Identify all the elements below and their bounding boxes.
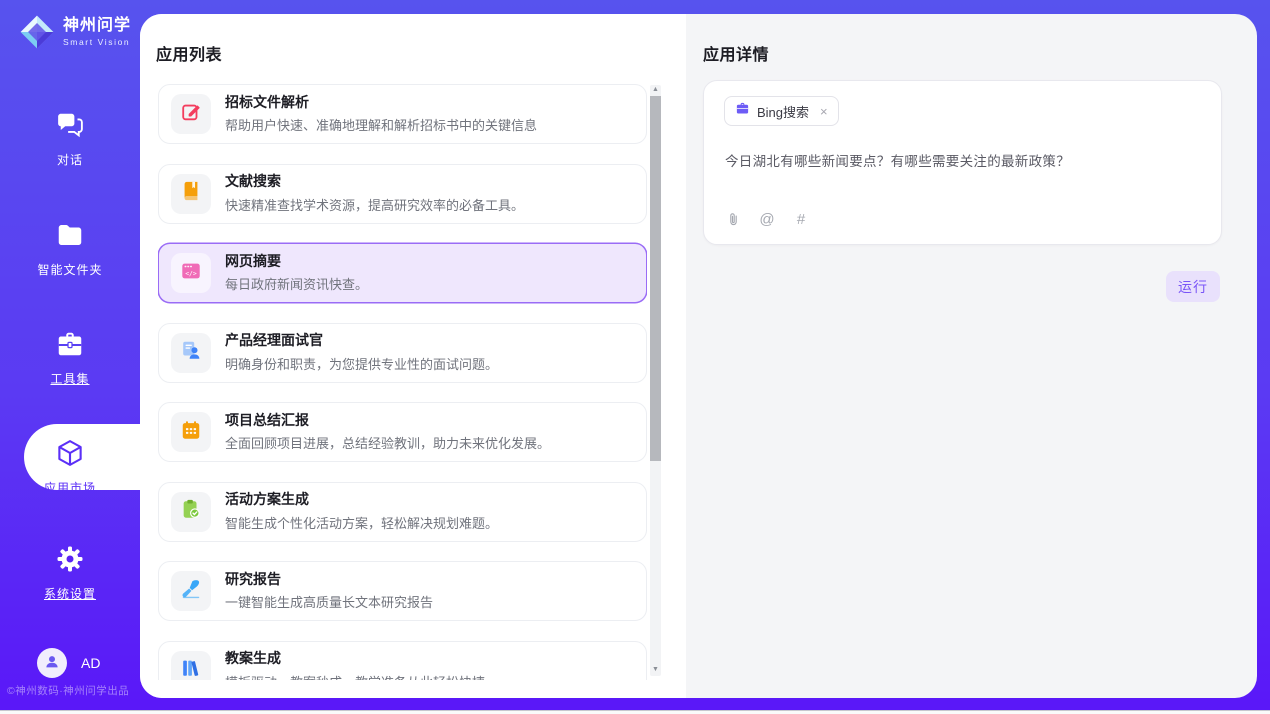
app-card-title: 研究报告 [225, 571, 433, 588]
prompt-card: Bing搜索 × 今日湖北有哪些新闻要点？有哪些需要关注的最新政策？ @# [703, 80, 1222, 245]
sidebar: 神州问学 Smart Vision 对话智能文件夹工具集应用市场系统设置 AD … [0, 0, 140, 714]
run-button[interactable]: 运行 [1166, 271, 1220, 302]
at-icon[interactable]: @ [758, 210, 776, 228]
app-icon-tile [171, 651, 211, 681]
app-card-title: 教案生成 [225, 650, 485, 667]
sidebar-item-toolset[interactable]: 工具集 [0, 329, 140, 387]
app-card-title: 产品经理面试官 [225, 332, 498, 349]
window-bottom-strip [0, 710, 1270, 714]
app-card-desc: 全面回顾项目进展，总结经验教训，助力未来优化发展。 [225, 433, 550, 452]
app-card[interactable]: 项目总结汇报全面回顾项目进展，总结经验教训，助力未来优化发展。 [158, 402, 647, 462]
toolbox-icon [55, 329, 85, 359]
briefcase-icon [735, 103, 750, 120]
tool-tag-bing-search[interactable]: Bing搜索 × [724, 96, 839, 126]
brand-subtitle: Smart Vision [63, 37, 131, 47]
web-code-icon: </> [180, 260, 202, 287]
app-icon-tile [171, 492, 211, 532]
copyright-text: ©神州数码·神州问学出品 [7, 683, 129, 698]
app-card[interactable]: 产品经理面试官明确身份和职责，为您提供专业性的面试问题。 [158, 323, 647, 383]
app-icon-tile [171, 333, 211, 373]
books-icon [180, 657, 202, 680]
app-card-desc: 每日政府新闻资讯快查。 [225, 274, 368, 293]
sidebar-item-label: 系统设置 [0, 585, 140, 602]
sidebar-item-label: 应用市场 [0, 479, 140, 496]
app-card[interactable]: </> 网页摘要每日政府新闻资讯快查。 [158, 243, 647, 303]
clipboard-check-icon [180, 498, 202, 525]
sidebar-item-chat[interactable]: 对话 [0, 110, 140, 168]
user-account[interactable]: AD [37, 648, 100, 678]
app-card-desc: 明确身份和职责，为您提供专业性的面试问题。 [225, 354, 498, 373]
app-card-title: 招标文件解析 [225, 94, 537, 111]
pen-icon [180, 578, 202, 605]
book-icon [180, 180, 202, 207]
svg-text:</>: </> [185, 269, 197, 277]
app-icon-tile: </> [171, 253, 211, 293]
user-icon [43, 652, 61, 675]
chat-icon [55, 110, 85, 140]
sidebar-item-smart-folder[interactable]: 智能文件夹 [0, 220, 140, 278]
app-card-desc: 智能生成个性化活动方案，轻松解决规划难题。 [225, 513, 498, 532]
paperclip-icon[interactable] [724, 210, 742, 228]
app-icon-tile [171, 412, 211, 452]
gear-icon [55, 544, 85, 574]
app-card[interactable]: 研究报告一键智能生成高质量长文本研究报告 [158, 561, 647, 621]
scroll-down-icon[interactable]: ▼ [650, 665, 661, 675]
interview-icon [180, 339, 202, 366]
attachment-toolbar: @# [724, 210, 810, 228]
calendar-icon [180, 419, 202, 446]
app-icon-tile [171, 94, 211, 134]
sidebar-item-settings[interactable]: 系统设置 [0, 544, 140, 602]
sidebar-item-label: 智能文件夹 [0, 261, 140, 278]
sidebar-item-label: 工具集 [0, 370, 140, 387]
brand: 神州问学 Smart Vision [18, 13, 131, 51]
app-list-panel: 应用列表 招标文件解析帮助用户快速、准确地理解和解析招标书中的关键信息文献搜索快… [140, 14, 686, 698]
app-card[interactable]: 招标文件解析帮助用户快速、准确地理解和解析招标书中的关键信息 [158, 84, 647, 144]
app-detail-title: 应用详情 [703, 41, 769, 65]
tool-tag-label: Bing搜索 [757, 102, 809, 121]
scrollbar-thumb[interactable] [650, 96, 661, 461]
hash-icon[interactable]: # [792, 210, 810, 228]
folder-icon [55, 220, 85, 250]
briefcase-icon [735, 101, 750, 121]
app-icon-tile [171, 571, 211, 611]
app-card[interactable]: 教案生成模板驱动，教案秒成，教学准备从此轻松快捷 [158, 641, 647, 681]
brand-name: 神州问学 [63, 17, 131, 35]
app-card-list: 招标文件解析帮助用户快速、准确地理解和解析招标书中的关键信息文献搜索快速精准查找… [158, 84, 647, 680]
sidebar-item-label: 对话 [0, 151, 140, 168]
tag-close-icon[interactable]: × [820, 104, 828, 119]
app-detail-panel: 应用详情 Bing搜索 × 今日湖北有哪些新闻要点？有哪些需要关注的最新政策？ … [686, 14, 1257, 698]
main-content: 应用列表 招标文件解析帮助用户快速、准确地理解和解析招标书中的关键信息文献搜索快… [140, 14, 1257, 698]
app-card-desc: 帮助用户快速、准确地理解和解析招标书中的关键信息 [225, 115, 537, 134]
edit-doc-icon [180, 101, 202, 128]
app-card[interactable]: 活动方案生成智能生成个性化活动方案，轻松解决规划难题。 [158, 482, 647, 542]
app-card-desc: 快速精准查找学术资源，提高研究效率的必备工具。 [225, 195, 524, 214]
sidebar-item-app-market[interactable]: 应用市场 [0, 438, 140, 496]
app-card-title: 文献搜索 [225, 173, 524, 190]
app-window: 神州问学 Smart Vision 对话智能文件夹工具集应用市场系统设置 AD … [0, 0, 1270, 714]
app-list-title: 应用列表 [156, 41, 222, 65]
app-icon-tile [171, 174, 211, 214]
app-card-desc: 一键智能生成高质量长文本研究报告 [225, 592, 433, 611]
app-list-scrollbar[interactable]: ▲ ▼ [650, 85, 661, 676]
app-card[interactable]: 文献搜索快速精准查找学术资源，提高研究效率的必备工具。 [158, 164, 647, 224]
app-card-title: 活动方案生成 [225, 491, 498, 508]
user-name: AD [81, 655, 100, 671]
query-input[interactable]: 今日湖北有哪些新闻要点？有哪些需要关注的最新政策？ [725, 152, 1201, 172]
scroll-up-icon[interactable]: ▲ [650, 85, 661, 95]
diamond-logo-icon [18, 13, 56, 51]
app-card-title: 网页摘要 [225, 253, 368, 270]
app-card-title: 项目总结汇报 [225, 412, 550, 429]
cube-icon [55, 438, 85, 468]
avatar[interactable] [37, 648, 67, 678]
app-card-desc: 模板驱动，教案秒成，教学准备从此轻松快捷 [225, 672, 485, 680]
